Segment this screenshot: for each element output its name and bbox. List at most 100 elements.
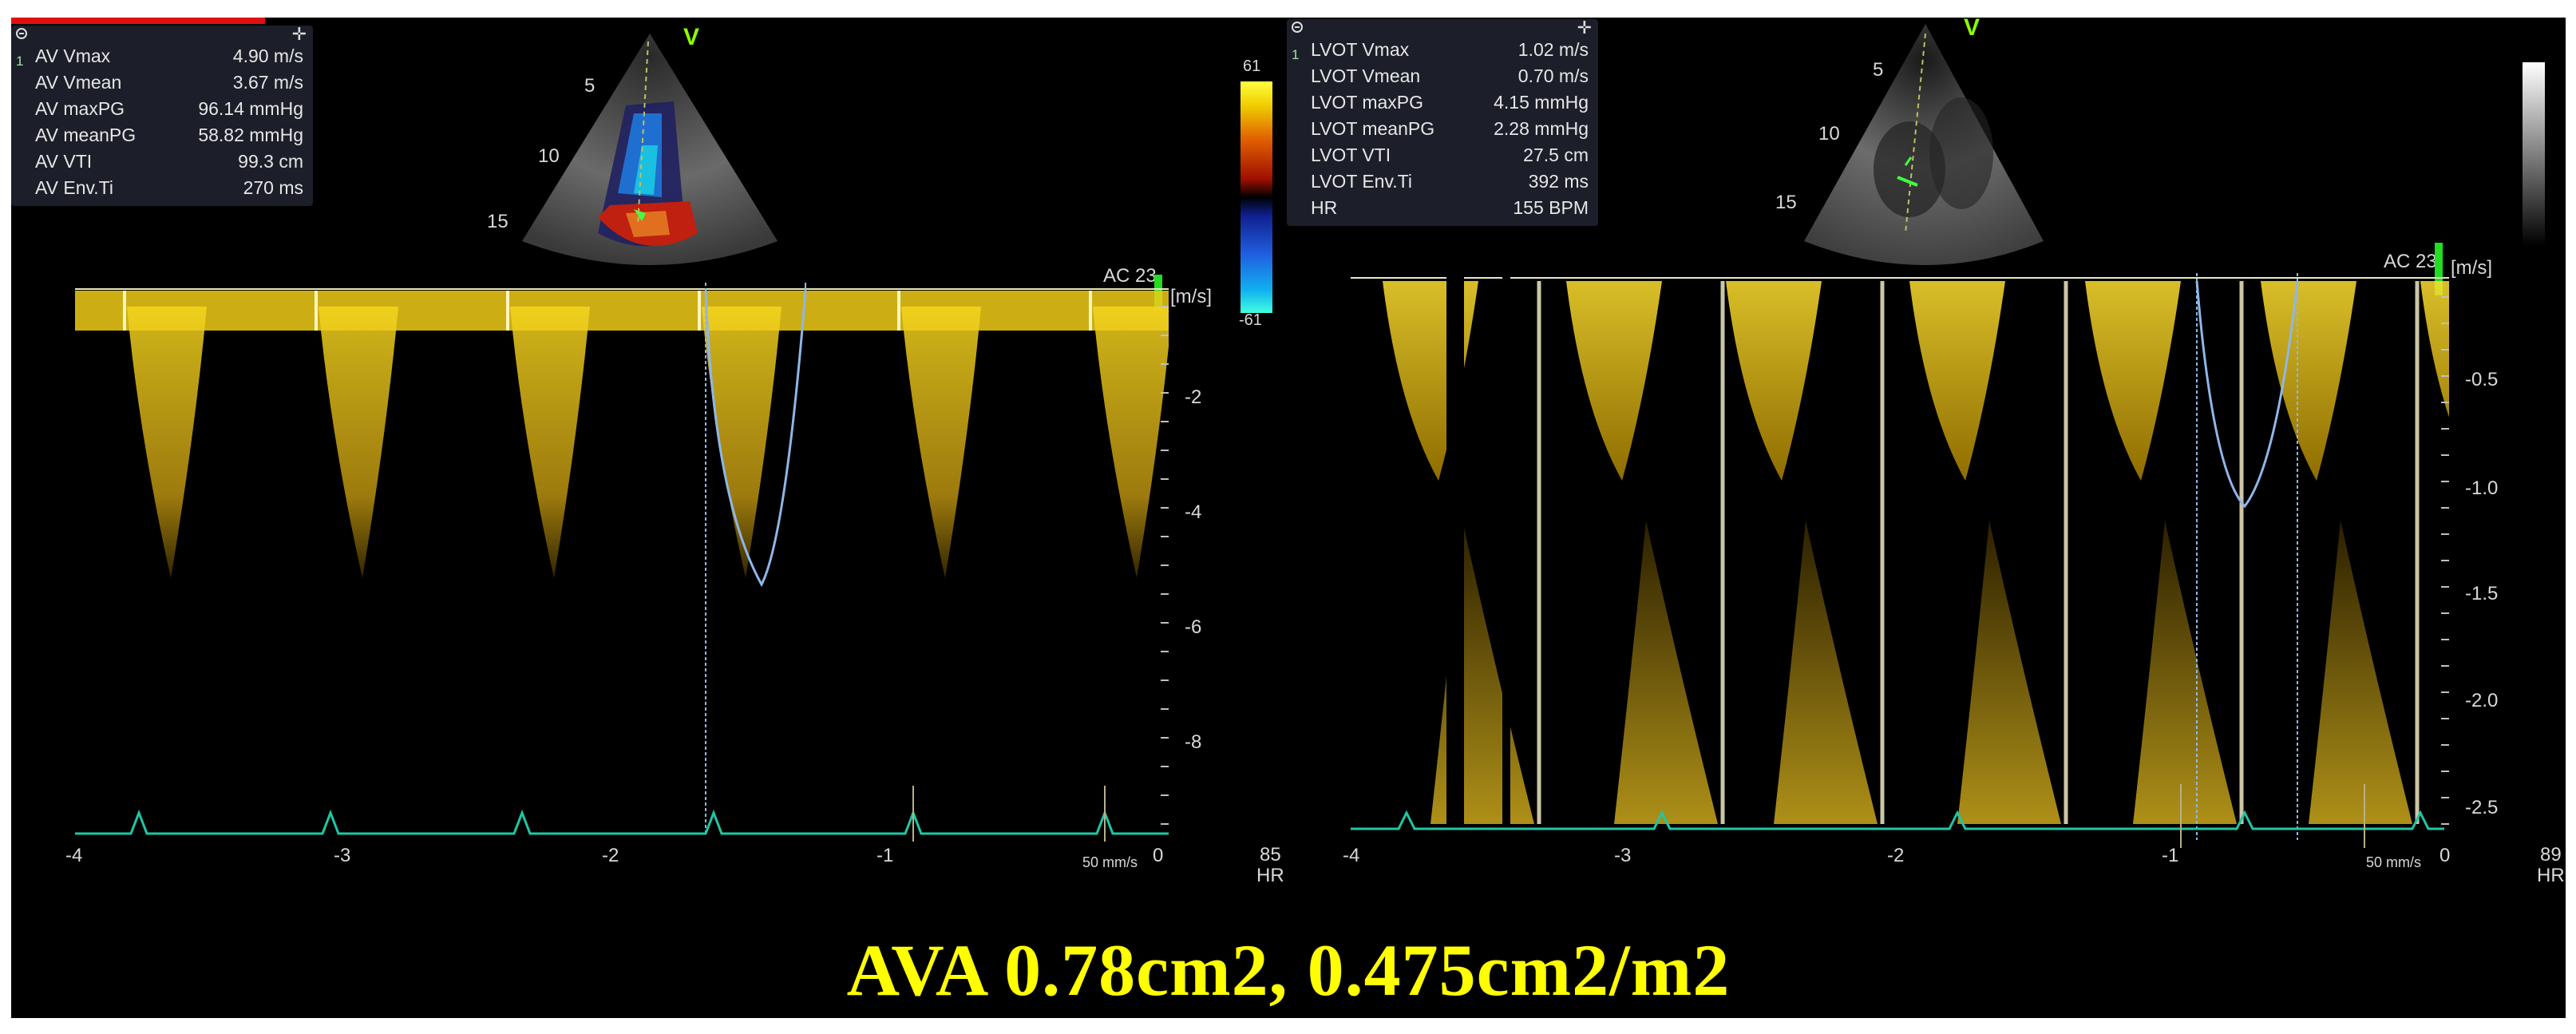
measurement-row: LVOT maxPG 4.15 mmHg [1287,89,1598,116]
hr-value: 89 [2539,844,2562,866]
unit-label: [m/s] [1170,286,1212,307]
y-tick-label: -4 [1185,501,1202,523]
measurement-value: 2.28 mmHg [1494,118,1589,139]
2d-sector-thumbnail [1804,24,2044,265]
sweep-speed: 50 mm/s [2366,854,2422,870]
y-tick-label: -2 [1185,386,1202,408]
doppler-envelope [2085,281,2181,481]
y-tick-label: -1.5 [2465,583,2499,604]
measurement-row: LVOT meanPG 2.28 mmHg [1287,116,1598,142]
aliased-signal [2309,521,2412,824]
hr-readout: 85 HR [1256,845,1284,886]
av-cw-doppler-spectrum [75,283,1169,842]
measurement-label: AV VTI [35,151,93,172]
hr-readout: 89 HR [2537,845,2565,886]
y-tick-label: -0.5 [2465,369,2499,390]
measurements-header: ✛ [11,26,313,45]
aliased-signal [1957,521,2061,824]
measurement-label: AV Env.Ti [35,177,113,198]
color-velocity-scale [1241,81,1272,313]
y-tick-label: -1.0 [2465,477,2499,499]
minimize-icon[interactable] [16,28,27,39]
depth-tick-5: 5 [1873,59,1884,81]
x-tick-label: 0 [2439,845,2451,866]
baseline-band [75,291,1169,331]
x-tick-label: -3 [334,845,351,866]
x-tick-label: -1 [876,845,894,866]
x-tick-label: -2 [602,845,619,866]
measurement-value: 27.5 cm [1523,145,1589,165]
aliased-signal [1430,521,1534,824]
lvot-doppler-panel: ✛ 1 LVOT Vmax 1.02 m/s LVOT Vmean 0.70 m/s… [1287,18,2566,886]
av-doppler-panel: ✛ 1 AV Vmax 4.90 m/s AV Vmean 3.67 m/s AV … [11,18,1284,886]
aliased-signal [2133,521,2237,824]
measurement-label: AV maxPG [35,98,125,119]
depth-tick-15: 15 [1775,192,1797,213]
doppler-envelope [127,307,207,578]
measurement-value: 4.15 mmHg [1494,92,1589,113]
doppler-envelope [2420,281,2449,418]
measurement-label: LVOT Vmean [1311,65,1421,86]
measurements-header: ✛ [1287,19,1598,38]
measurement-label: AV meanPG [35,125,137,145]
v-marker: V [1964,18,1980,41]
signal-gap [1502,273,1510,832]
sweep-speed: 50 mm/s [1082,854,1138,870]
av-measurements-box: ✛ 1 AV Vmax 4.90 m/s AV Vmean 3.67 m/s AV … [11,26,313,206]
y-tick-label: -6 [1185,616,1202,638]
depth-tick-10: 10 [1818,123,1840,145]
doppler-envelope [319,307,398,578]
x-tick-label: -1 [2162,845,2179,866]
x-tick-label: -2 [1887,845,1905,866]
depth-tick-10: 10 [538,145,560,167]
measurement-value: 1.02 m/s [1518,39,1589,60]
measurement-label: LVOT Vmax [1311,39,1410,60]
hr-value: 85 [1259,844,1281,866]
doppler-envelope [2261,281,2356,481]
doppler-envelope [901,307,981,578]
depth-tick-15: 15 [487,211,508,232]
measurement-value: 270 ms [243,177,303,198]
measurement-row: AV VTI 99.3 cm [11,149,313,175]
y-tick-label: -8 [1185,731,1202,753]
ava-caption: AVA 0.78cm2, 0.475cm2/m2 [846,929,1731,1011]
measurement-row: AV meanPG 58.82 mmHg [11,122,313,149]
measurement-value: 4.90 m/s [232,46,303,66]
color-scale-min: -61 [1239,311,1262,329]
move-icon[interactable]: ✛ [1577,19,1592,37]
doppler-envelope [1726,281,1822,481]
measurement-value: 99.3 cm [238,151,303,172]
y-tick-label: -2.0 [2465,690,2499,711]
measurement-label: LVOT Env.Ti [1311,171,1412,192]
move-icon[interactable]: ✛ [292,26,307,43]
measurement-row: LVOT Vmax 1.02 m/s [1287,37,1598,63]
measurement-row: LVOT Vmean 0.70 m/s [1287,63,1598,89]
hr-label: HR [2537,865,2565,886]
measurement-index: 1 [1292,47,1300,62]
measurement-label: HR [1311,197,1338,218]
measurement-value: 96.14 mmHg [198,98,303,119]
measurement-label: LVOT meanPG [1311,118,1435,139]
measurement-value: 3.67 m/s [232,72,303,93]
minimize-icon[interactable] [1292,22,1303,33]
color-scale-max: 61 [1243,57,1261,75]
measurement-row: AV maxPG 96.14 mmHg [11,96,313,122]
measurement-value: 58.82 mmHg [198,125,303,145]
lvot-pw-doppler-spectrum [1351,273,2449,848]
hr-label: HR [1256,865,1284,886]
x-tick-label: -4 [1343,845,1360,866]
y-tick-label: -2.5 [2465,797,2499,818]
aliased-signal [1774,521,1878,824]
x-tick-label: -4 [65,845,83,866]
doppler-envelope [1093,307,1169,578]
ecg-trace [75,809,1169,835]
measurement-row: AV Env.Ti 270 ms [11,175,313,201]
measurement-label: AV Vmax [35,46,111,66]
unit-label: [m/s] [2451,257,2492,279]
doppler-envelope [1909,281,2005,481]
signal-gap [1446,273,1464,832]
measurement-row: LVOT Env.Ti 392 ms [1287,168,1598,195]
lvot-measurements-box: ✛ 1 LVOT Vmax 1.02 m/s LVOT Vmean 0.70 m/s… [1287,19,1598,226]
measurement-row: AV Vmean 3.67 m/s [11,69,313,96]
measurement-label: LVOT maxPG [1311,92,1424,113]
